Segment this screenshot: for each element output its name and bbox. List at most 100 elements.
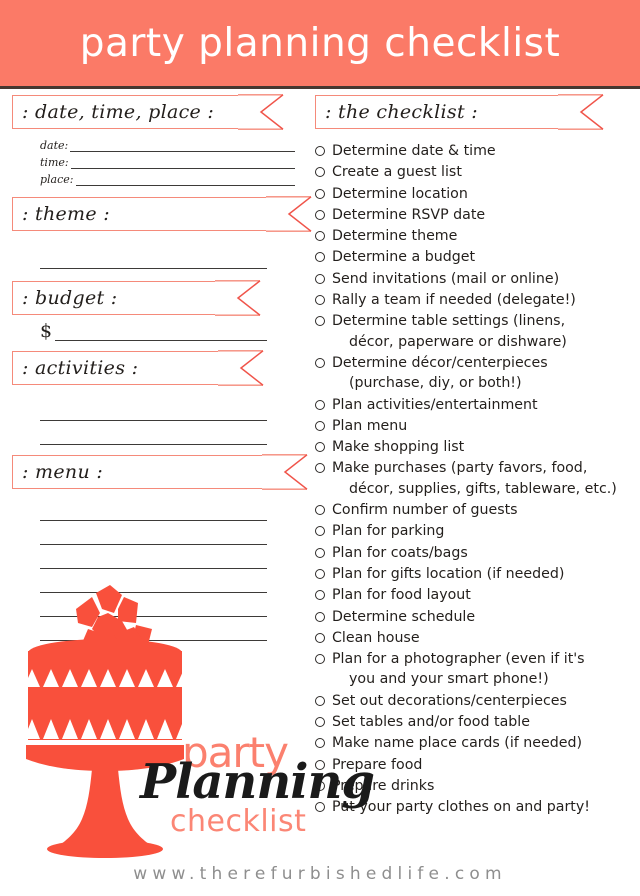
field-rule-time[interactable] xyxy=(70,158,295,169)
checkbox-circle-icon[interactable] xyxy=(315,188,325,199)
checklist-item[interactable]: Determine table settings (linens, décor, … xyxy=(315,311,635,352)
checklist-item-line2: (purchase, diy, or both!) xyxy=(349,375,522,392)
checklist-item[interactable]: Plan activities/entertainment xyxy=(315,395,635,415)
checklist-item[interactable]: Make shopping list xyxy=(315,437,635,457)
checklist-item[interactable]: Make name place cards (if needed) xyxy=(315,733,635,753)
checkbox-circle-icon[interactable] xyxy=(315,632,325,643)
checklist-item-label: Plan menu xyxy=(332,417,408,434)
checklist-item-label: Make name place cards (if needed) xyxy=(332,735,582,752)
checklist-item[interactable]: Plan for gifts location (if needed) xyxy=(315,564,635,584)
checklist-item-label: Determine table settings (linens, décor, … xyxy=(332,311,567,352)
checklist-item-label: Plan activities/entertainment xyxy=(332,396,538,413)
checkbox-circle-icon[interactable] xyxy=(315,526,325,537)
checklist-item[interactable]: Determine theme xyxy=(315,226,635,246)
checklist-item-label: Plan for food layout xyxy=(332,587,471,604)
checkbox-circle-icon[interactable] xyxy=(315,547,325,558)
checklist-item-label: Plan for gifts location (if needed) xyxy=(332,565,565,582)
field-row-time[interactable]: time: xyxy=(40,154,295,169)
checklist-item-line2: décor, paperware or dishware) xyxy=(349,333,567,350)
checkbox-circle-icon[interactable] xyxy=(315,273,325,284)
checkbox-circle-icon[interactable] xyxy=(315,209,325,220)
party-planning-checklist-page: party planning checklist : date, time, p… xyxy=(0,0,640,896)
write-line[interactable] xyxy=(40,245,267,269)
checklist-item-label: Determine RSVP date xyxy=(332,206,486,223)
checkbox-circle-icon[interactable] xyxy=(315,442,325,453)
checkbox-circle-icon[interactable] xyxy=(315,316,325,327)
field-label-time: time: xyxy=(40,156,69,169)
checkbox-circle-icon[interactable] xyxy=(315,357,325,368)
section-header-date-time-place: : date, time, place : xyxy=(12,94,295,130)
checklist-item[interactable]: Plan for parking xyxy=(315,521,635,541)
checklist-item-label: Determine location xyxy=(332,185,468,202)
checklist-item[interactable]: Determine RSVP date xyxy=(315,205,635,225)
checklist-item-label: Create a guest list xyxy=(332,164,462,181)
write-line[interactable] xyxy=(40,545,267,569)
checklist-item[interactable]: Make purchases (party favors, food, décor… xyxy=(315,458,635,499)
section-label-activities: : activities : xyxy=(22,357,139,379)
checkbox-circle-icon[interactable] xyxy=(315,568,325,579)
checkbox-circle-icon[interactable] xyxy=(315,590,325,601)
checklist-item[interactable]: Rally a team if needed (delegate!) xyxy=(315,290,635,310)
field-rule-date[interactable] xyxy=(70,141,295,152)
section-header-activities: : activities : xyxy=(12,350,295,386)
checklist-item[interactable]: Clean house xyxy=(315,628,635,648)
write-line[interactable] xyxy=(40,421,267,445)
checklist-item[interactable]: Determine date & time xyxy=(315,141,635,161)
checkbox-circle-icon[interactable] xyxy=(315,420,325,431)
checklist-item[interactable]: Confirm number of guests xyxy=(315,500,635,520)
checklist-item-label: Clean house xyxy=(332,629,420,646)
checkbox-circle-icon[interactable] xyxy=(315,231,325,242)
ribbon-notch-icon xyxy=(262,454,308,490)
checklist-item[interactable]: Send invitations (mail or online) xyxy=(315,269,635,289)
checklist-item[interactable]: Plan menu xyxy=(315,416,635,436)
checklist-item[interactable]: Determine décor/centerpieces (purchase, d… xyxy=(315,353,635,394)
checklist-item[interactable]: Determine a budget xyxy=(315,247,635,267)
checkbox-circle-icon[interactable] xyxy=(315,654,325,665)
write-line[interactable] xyxy=(40,521,267,545)
checklist-item-label: Plan for coats/bags xyxy=(332,544,468,561)
budget-write-line[interactable] xyxy=(55,321,267,341)
ribbon-notch-icon xyxy=(266,196,312,232)
checklist-item-label: Make shopping list xyxy=(332,439,465,456)
checklist-item[interactable]: Create a guest list xyxy=(315,162,635,182)
logo-text-checklist: checklist xyxy=(170,804,307,839)
budget-amount-row[interactable]: $ xyxy=(12,315,295,341)
field-row-date[interactable]: date: xyxy=(40,137,295,152)
checklist-item-label: Plan for a photographer (even if it's you… xyxy=(332,649,585,690)
page-title: party planning checklist xyxy=(79,20,561,66)
checklist-item-label: Confirm number of guests xyxy=(332,502,518,519)
ribbon-notch-icon xyxy=(215,280,261,316)
checkbox-circle-icon[interactable] xyxy=(315,695,325,706)
checklist-item[interactable]: Set out decorations/centerpieces xyxy=(315,691,635,711)
checkbox-circle-icon[interactable] xyxy=(315,146,325,156)
checklist-item[interactable]: Determine schedule xyxy=(315,607,635,627)
checkbox-circle-icon[interactable] xyxy=(315,399,325,410)
checklist-item-label: Send invitations (mail or online) xyxy=(332,270,560,287)
header-divider xyxy=(0,86,640,89)
write-line[interactable] xyxy=(40,397,267,421)
field-rule-place[interactable] xyxy=(75,175,295,186)
checkbox-circle-icon[interactable] xyxy=(315,611,325,622)
checklist-item-line2: you and your smart phone!) xyxy=(349,671,549,688)
write-line[interactable] xyxy=(40,497,267,521)
checkbox-circle-icon[interactable] xyxy=(315,167,325,178)
section-label-menu: : menu : xyxy=(22,461,104,483)
checklist-item-line1: Plan for a photographer (even if it's xyxy=(332,651,585,668)
logo-text-planning: Planning xyxy=(140,754,375,810)
checklist-item-label: Determine schedule xyxy=(332,608,476,625)
footer-website-url: www.therefurbishedlife.com xyxy=(133,864,507,884)
checklist-item[interactable]: Determine location xyxy=(315,184,635,204)
field-row-place[interactable]: place: xyxy=(40,171,295,186)
checklist-item[interactable]: Plan for food layout xyxy=(315,585,635,605)
checklist-item[interactable]: Plan for coats/bags xyxy=(315,543,635,563)
date-time-place-fields: date: time: place: xyxy=(12,129,295,186)
checkbox-circle-icon[interactable] xyxy=(315,505,325,516)
checkbox-circle-icon[interactable] xyxy=(315,295,325,306)
checklist-item-line1: Make purchases (party favors, food, xyxy=(332,460,588,477)
checklist-item[interactable]: Plan for a photographer (even if it's you… xyxy=(315,649,635,690)
checklist-item[interactable]: Set tables and/or food table xyxy=(315,712,635,732)
checkbox-circle-icon[interactable] xyxy=(315,463,325,474)
checkbox-circle-icon[interactable] xyxy=(315,717,325,728)
checkbox-circle-icon[interactable] xyxy=(315,252,325,263)
section-header-menu: : menu : xyxy=(12,454,308,490)
